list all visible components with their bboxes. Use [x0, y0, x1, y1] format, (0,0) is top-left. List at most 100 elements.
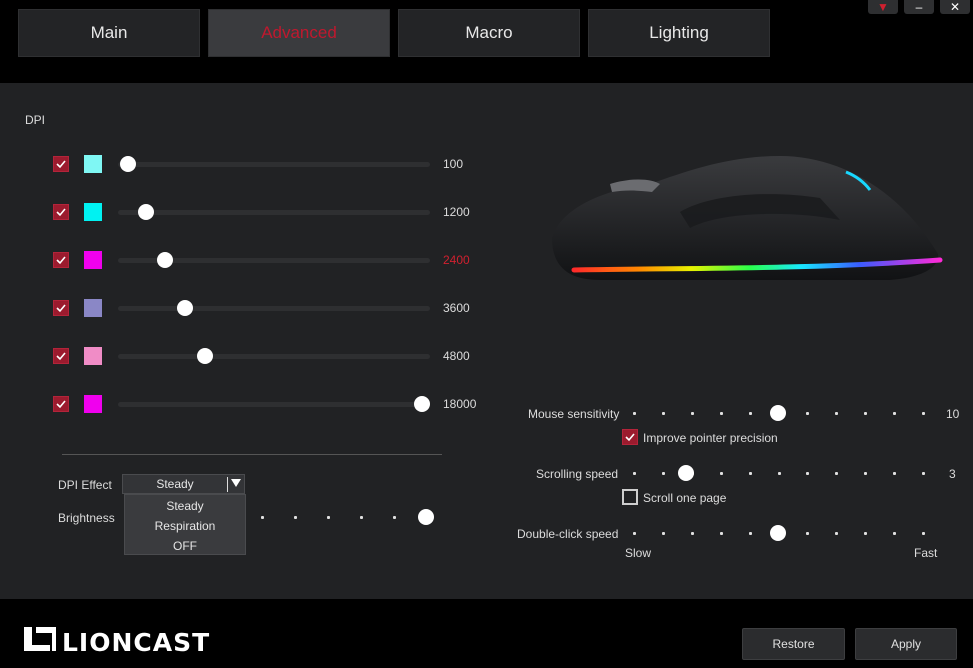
slider-tick — [661, 412, 665, 415]
dpi-slider-knob[interactable] — [137, 204, 154, 220]
brightness-slider-knob[interactable] — [418, 509, 434, 525]
slider-tick — [864, 472, 868, 475]
dpi-value: 4800 — [443, 349, 470, 363]
checkmark-icon — [56, 352, 66, 361]
tab-advanced[interactable]: Advanced — [208, 9, 390, 57]
dpi-level-checkbox[interactable] — [53, 204, 69, 220]
dpi-color-swatch[interactable] — [84, 347, 102, 365]
dpi-effect-select[interactable]: Steady — [122, 474, 245, 494]
fast-label: Fast — [914, 546, 938, 560]
dpi-value: 100 — [443, 157, 464, 171]
dpi-label: DPI — [25, 113, 46, 127]
checkmark-icon — [56, 208, 66, 217]
select-separator — [227, 477, 228, 492]
scrolling-speed-knob[interactable] — [678, 465, 694, 481]
mouse-sensitivity-label: Mouse sensitivity — [528, 407, 620, 421]
slider-tick — [633, 472, 636, 475]
slider-tick — [893, 412, 897, 415]
dropdown-option-respiration[interactable]: Respiration — [125, 519, 245, 533]
dpi-color-swatch[interactable] — [84, 155, 102, 173]
dpi-slider-track[interactable] — [118, 162, 430, 167]
dpi-effect-dropdown: Steady Respiration OFF — [124, 494, 246, 555]
slider-tick — [748, 532, 752, 535]
mouse-sensitivity-knob[interactable] — [769, 405, 786, 421]
dropdown-option-off[interactable]: OFF — [125, 539, 245, 553]
lioncast-logo-icon — [24, 627, 56, 651]
checkmark-icon — [56, 160, 66, 169]
checkmark-icon — [56, 304, 66, 313]
dpi-value: 18000 — [443, 397, 477, 411]
dpi-color-swatch[interactable] — [84, 251, 102, 269]
dpi-slider-knob[interactable] — [119, 156, 136, 172]
mouse-sensitivity-value: 10 — [946, 407, 960, 421]
dpi-color-swatch[interactable] — [84, 395, 102, 413]
slider-tick — [864, 412, 868, 415]
dpi-effect-selected: Steady — [156, 477, 194, 491]
scrolling-speed-value: 3 — [949, 467, 956, 481]
slider-tick — [922, 472, 925, 475]
menu-dropdown-icon[interactable]: ▼ — [868, 0, 898, 14]
double-click-speed-label: Double-click speed — [517, 527, 619, 541]
slider-tick — [922, 412, 925, 415]
slider-tick — [748, 412, 752, 415]
double-click-speed-knob[interactable] — [769, 525, 786, 541]
dpi-level-checkbox[interactable] — [53, 300, 69, 316]
slider-tick — [360, 516, 363, 519]
slider-tick — [661, 532, 665, 535]
dpi-color-swatch[interactable] — [84, 299, 102, 317]
brightness-label: Brightness — [58, 511, 115, 525]
slider-tick — [327, 516, 330, 519]
slider-tick — [690, 412, 694, 415]
dpi-slider-track[interactable] — [118, 354, 430, 359]
tab-main[interactable]: Main — [18, 9, 200, 57]
checkmark-icon — [625, 433, 635, 442]
scrolling-speed-label: Scrolling speed — [536, 467, 619, 481]
dpi-effect-label: DPI Effect — [58, 478, 112, 492]
dropdown-option-steady[interactable]: Steady — [125, 499, 245, 513]
improve-precision-label: Improve pointer precision — [643, 431, 778, 445]
dpi-level-checkbox[interactable] — [53, 348, 69, 364]
chevron-down-icon[interactable] — [231, 479, 241, 487]
slider-tick — [748, 472, 752, 475]
improve-precision-checkbox[interactable] — [622, 429, 638, 445]
slow-label: Slow — [625, 546, 652, 560]
slider-tick — [393, 516, 396, 519]
brand-name: LIONCAST — [62, 628, 211, 657]
slider-tick — [294, 516, 297, 519]
slider-tick — [864, 532, 868, 535]
close-icon[interactable]: ✕ — [940, 0, 970, 14]
scroll-one-page-checkbox[interactable] — [622, 489, 638, 505]
dpi-slider-track[interactable] — [118, 402, 430, 407]
slider-tick — [893, 472, 897, 475]
tab-macro[interactable]: Macro — [398, 9, 580, 57]
divider — [62, 454, 442, 455]
dpi-slider-track[interactable] — [118, 210, 430, 215]
slider-tick — [922, 532, 925, 535]
tab-lighting[interactable]: Lighting — [588, 9, 770, 57]
scroll-one-page-label: Scroll one page — [643, 491, 727, 505]
slider-tick — [633, 412, 636, 415]
slider-tick — [633, 532, 636, 535]
apply-button[interactable]: Apply — [855, 628, 957, 660]
dpi-level-checkbox[interactable] — [53, 252, 69, 268]
dpi-slider-knob[interactable] — [196, 348, 213, 364]
slider-tick — [661, 472, 665, 475]
dpi-color-swatch[interactable] — [84, 203, 102, 221]
dpi-level-checkbox[interactable] — [53, 396, 69, 412]
slider-tick — [719, 472, 723, 475]
dpi-slider-track[interactable] — [118, 306, 430, 311]
dpi-slider-knob[interactable] — [414, 396, 430, 412]
minimize-icon[interactable]: – — [904, 0, 934, 14]
checkmark-icon — [56, 400, 66, 409]
dpi-value: 2400 — [443, 253, 470, 267]
slider-tick — [719, 412, 723, 415]
slider-tick — [777, 472, 781, 475]
restore-button[interactable]: Restore — [742, 628, 845, 660]
dpi-value: 3600 — [443, 301, 470, 315]
top-bar: Main Advanced Macro Lighting ▼ – ✕ — [0, 0, 973, 83]
slider-tick — [893, 532, 897, 535]
slider-tick — [261, 516, 264, 519]
dpi-level-checkbox[interactable] — [53, 156, 69, 172]
mouse-image — [552, 156, 943, 280]
slider-tick — [690, 532, 694, 535]
